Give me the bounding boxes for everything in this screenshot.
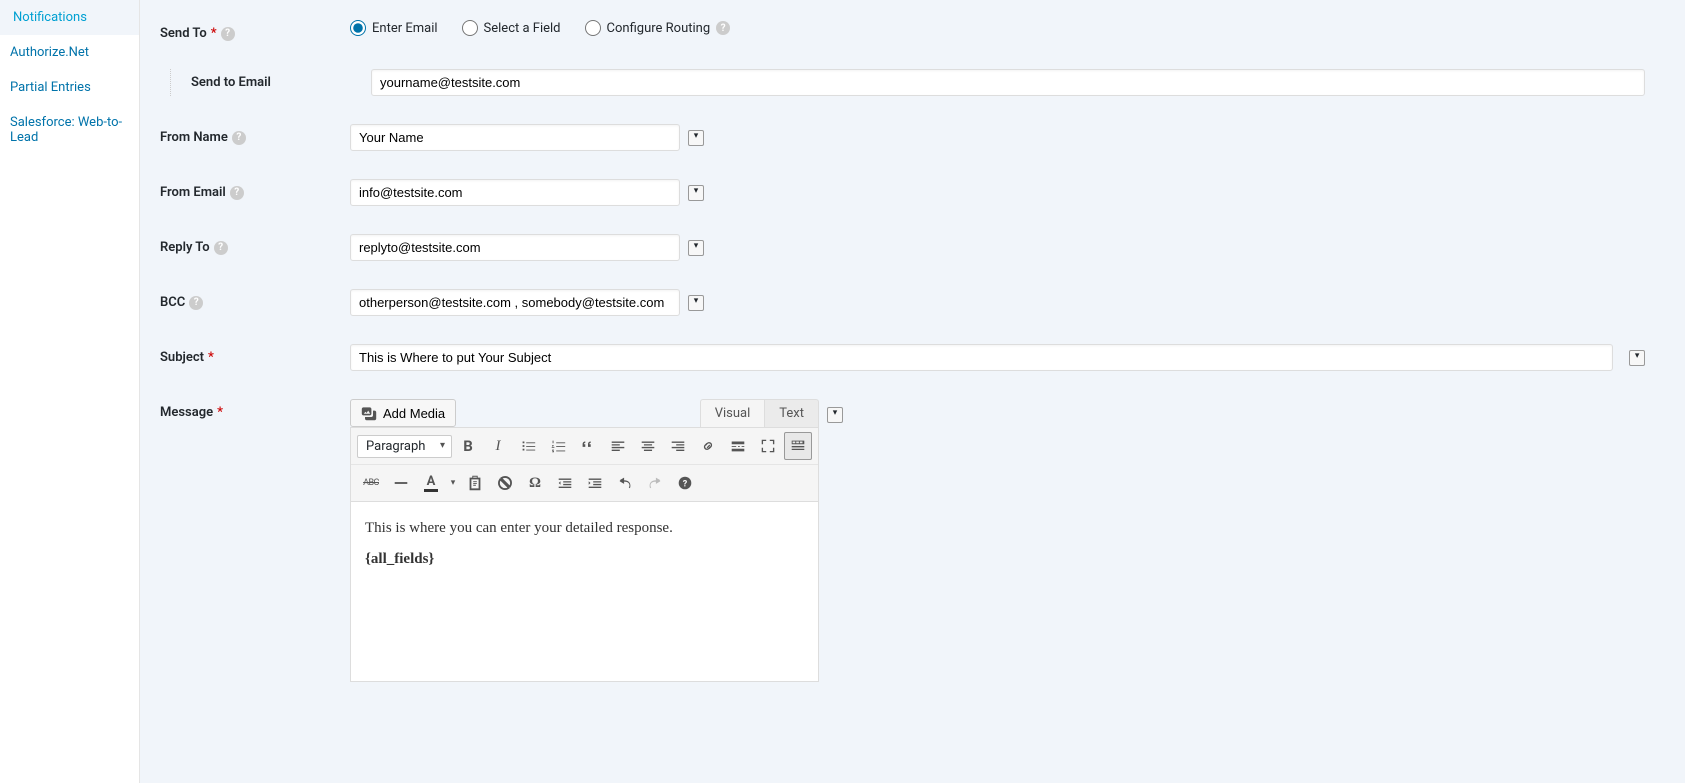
message-label: Message * [160,399,350,420]
radio-configure-routing[interactable]: Configure Routing ? [585,20,731,36]
merge-tag-button[interactable] [827,407,843,423]
help-icon[interactable]: ? [189,296,203,310]
help-icon[interactable]: ? [221,27,235,41]
sidebar-item-notifications[interactable]: Notifications [0,0,139,35]
radio-enter-email-input[interactable] [350,20,366,36]
required-marker: * [211,26,217,41]
from-email-input[interactable] [350,179,680,206]
from-name-label: From Name ? [160,124,350,145]
radio-configure-routing-label: Configure Routing [607,21,711,36]
text-color-button[interactable]: A [417,469,445,497]
indent-button[interactable] [581,469,609,497]
radio-select-field[interactable]: Select a Field [462,20,561,36]
align-left-button[interactable] [604,432,632,460]
italic-button[interactable]: I [484,432,512,460]
add-media-label: Add Media [383,406,445,421]
merge-tag-button[interactable] [688,240,704,256]
radio-select-field-label: Select a Field [484,21,561,36]
svg-text:?: ? [683,480,688,490]
reply-to-label: Reply To ? [160,234,350,255]
editor-content-area[interactable]: This is where you can enter your detaile… [350,502,819,682]
subject-label: Subject * [160,344,350,365]
merge-tag-button[interactable] [688,130,704,146]
media-icon [361,405,377,421]
redo-button[interactable] [641,469,669,497]
required-marker: * [208,350,214,365]
format-select[interactable]: Paragraph [357,435,452,458]
paste-text-button[interactable] [461,469,489,497]
radio-select-field-input[interactable] [462,20,478,36]
help-icon[interactable]: ? [214,241,228,255]
blockquote-button[interactable] [574,432,602,460]
tab-text[interactable]: Text [765,399,819,427]
merge-tag-button[interactable] [688,295,704,311]
sidebar: Notifications Authorize.Net Partial Entr… [0,0,140,783]
help-icon[interactable]: ? [230,186,244,200]
editor-paragraph: This is where you can enter your detaile… [365,520,804,537]
from-email-label: From Email ? [160,179,350,200]
toolbar-toggle-button[interactable] [784,432,812,460]
help-button[interactable]: ? [671,469,699,497]
outdent-button[interactable] [551,469,579,497]
message-editor: Add Media Visual Text Paragraph B I [350,399,819,682]
numbered-list-button[interactable] [544,432,572,460]
link-button[interactable] [694,432,722,460]
sidebar-item-authorize-net[interactable]: Authorize.Net [0,35,139,70]
reply-to-input[interactable] [350,234,680,261]
undo-button[interactable] [611,469,639,497]
radio-enter-email[interactable]: Enter Email [350,20,438,36]
editor-toolbar: Paragraph B I [350,427,819,502]
text-color-dropdown[interactable]: ▾ [447,469,459,497]
required-marker: * [217,405,223,420]
strikethrough-button[interactable]: ABC [357,469,385,497]
align-right-button[interactable] [664,432,692,460]
radio-enter-email-label: Enter Email [372,21,438,36]
main-form: Send To * ? Enter Email Select a Field [140,0,1685,783]
editor-tabs: Visual Text [700,399,819,427]
send-to-email-label: Send to Email [181,69,371,90]
special-char-button[interactable]: Ω [521,469,549,497]
fullscreen-button[interactable] [754,432,782,460]
sidebar-item-partial-entries[interactable]: Partial Entries [0,70,139,105]
hr-button[interactable] [387,469,415,497]
add-media-button[interactable]: Add Media [350,399,456,427]
bcc-label: BCC ? [160,289,350,310]
subject-input[interactable] [350,344,1613,371]
bullet-list-button[interactable] [514,432,542,460]
read-more-button[interactable] [724,432,752,460]
send-to-label: Send To * ? [160,20,350,41]
editor-all-fields-tag: {all_fields} [365,551,804,568]
merge-tag-button[interactable] [1629,350,1645,366]
radio-configure-routing-input[interactable] [585,20,601,36]
sidebar-item-salesforce[interactable]: Salesforce: Web-to-Lead [0,105,139,155]
send-to-email-input[interactable] [371,69,1645,96]
from-name-input[interactable] [350,124,680,151]
bold-button[interactable]: B [454,432,482,460]
merge-tag-button[interactable] [688,185,704,201]
bcc-input[interactable] [350,289,680,316]
help-icon[interactable]: ? [232,131,246,145]
tab-visual[interactable]: Visual [700,399,766,427]
send-to-radio-group: Enter Email Select a Field Configure Rou… [350,20,730,36]
align-center-button[interactable] [634,432,662,460]
help-icon[interactable]: ? [716,21,730,35]
clear-formatting-button[interactable] [491,469,519,497]
